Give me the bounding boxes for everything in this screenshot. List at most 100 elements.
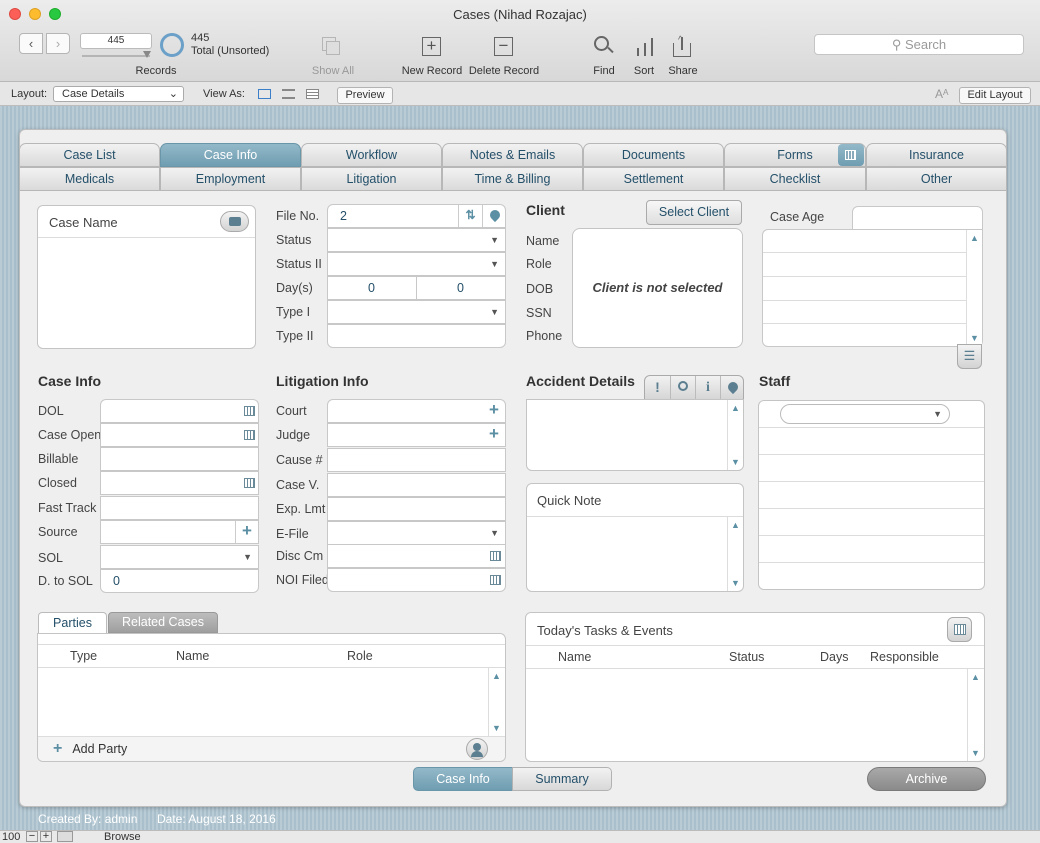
- noi-filed-field[interactable]: [327, 568, 506, 592]
- edit-layout-button[interactable]: Edit Layout: [959, 87, 1031, 104]
- current-record-field[interactable]: 445: [80, 33, 152, 49]
- scroll-up-icon[interactable]: ▲: [731, 403, 740, 413]
- form-view-icon[interactable]: [258, 89, 271, 99]
- calendar-icon[interactable]: [490, 551, 501, 561]
- calendar-icon[interactable]: [490, 575, 501, 585]
- d-to-sol-field[interactable]: 0: [100, 569, 259, 593]
- court-field[interactable]: +: [327, 399, 506, 423]
- swap-icon[interactable]: ⇅: [458, 205, 482, 227]
- record-slider-track[interactable]: [82, 55, 150, 57]
- cause-field[interactable]: [327, 448, 506, 472]
- next-record-button[interactable]: ›: [46, 33, 70, 54]
- case-open-field[interactable]: [100, 423, 259, 447]
- days-field-1[interactable]: 0: [327, 276, 417, 300]
- sol-select[interactable]: ▼: [100, 545, 259, 569]
- dol-field[interactable]: [100, 399, 259, 423]
- zoom-out-icon[interactable]: −: [26, 831, 38, 842]
- tab-checklist[interactable]: Checklist: [724, 167, 866, 191]
- scrollbar[interactable]: ▲ ▼: [488, 668, 504, 736]
- staff-list[interactable]: ▼: [758, 400, 985, 590]
- scrollbar[interactable]: ▲ ▼: [966, 230, 982, 346]
- tab-case-info[interactable]: Case Info: [160, 143, 301, 167]
- table-view-icon[interactable]: [306, 89, 319, 99]
- info-icon[interactable]: i: [695, 376, 720, 399]
- calendar-icon[interactable]: [244, 406, 255, 416]
- toggle-status-toolbar-icon[interactable]: [57, 831, 73, 842]
- scroll-up-icon[interactable]: ▲: [970, 233, 979, 243]
- bottom-tab-case-info[interactable]: Case Info: [413, 767, 513, 791]
- sort-button[interactable]: Sort: [628, 65, 660, 77]
- quick-note-box[interactable]: Quick Note ▲ ▼: [526, 483, 744, 592]
- tab-documents[interactable]: Documents: [583, 143, 724, 167]
- staff-select[interactable]: ▼: [780, 404, 950, 424]
- fast-track-field[interactable]: [100, 496, 259, 520]
- type-i-select[interactable]: ▼: [327, 300, 506, 324]
- add-source-button[interactable]: +: [235, 521, 258, 543]
- tab-insurance[interactable]: Insurance: [866, 143, 1007, 167]
- tab-medicals[interactable]: Medicals: [19, 167, 160, 191]
- tab-settlement[interactable]: Settlement: [583, 167, 724, 191]
- add-party-button[interactable]: + Add Party: [53, 740, 127, 758]
- bottom-tab-summary[interactable]: Summary: [512, 767, 612, 791]
- scroll-down-icon[interactable]: ▼: [971, 748, 980, 758]
- case-age-details-button[interactable]: ☰: [957, 344, 982, 369]
- disc-cm-field[interactable]: [327, 544, 506, 568]
- contacts-button[interactable]: [466, 738, 488, 760]
- tab-parties[interactable]: Parties: [38, 612, 107, 634]
- preview-button[interactable]: Preview: [337, 87, 393, 104]
- print-button[interactable]: [220, 211, 249, 232]
- scroll-down-icon[interactable]: ▼: [970, 333, 979, 343]
- tab-time-billing[interactable]: Time & Billing: [442, 167, 583, 191]
- days-field-2[interactable]: 0: [416, 276, 506, 300]
- case-age-field[interactable]: [852, 206, 983, 230]
- tab-other[interactable]: Other: [866, 167, 1007, 191]
- mode-indicator[interactable]: Browse: [104, 831, 141, 843]
- accident-details-box[interactable]: ▲ ▼: [526, 399, 744, 471]
- source-field[interactable]: +: [100, 520, 259, 544]
- location-pin-button[interactable]: [482, 205, 506, 227]
- calendar-icon[interactable]: [244, 430, 255, 440]
- previous-record-button[interactable]: ‹: [19, 33, 43, 54]
- judge-field[interactable]: +: [327, 423, 506, 447]
- scroll-down-icon[interactable]: ▼: [492, 723, 501, 733]
- list-view-icon[interactable]: [282, 89, 295, 99]
- status-ii-select[interactable]: ▼: [327, 252, 506, 276]
- scroll-up-icon[interactable]: ▲: [971, 672, 980, 682]
- select-client-button[interactable]: Select Client: [646, 200, 742, 225]
- tab-litigation[interactable]: Litigation: [301, 167, 442, 191]
- text-formatting-icon[interactable]: Aᴬ: [935, 87, 948, 101]
- scrollbar[interactable]: ▲ ▼: [727, 400, 743, 470]
- case-age-list[interactable]: ▲ ▼: [762, 229, 983, 347]
- alert-icon[interactable]: !: [645, 376, 670, 399]
- delete-record-button[interactable]: Delete Record: [466, 65, 542, 77]
- record-slider-thumb[interactable]: [143, 51, 151, 58]
- status-select[interactable]: ▼: [327, 228, 506, 252]
- calendar-icon[interactable]: [244, 478, 255, 488]
- exp-lmt-field[interactable]: [327, 497, 506, 521]
- scroll-up-icon[interactable]: ▲: [492, 671, 501, 681]
- archive-button[interactable]: Archive: [867, 767, 986, 791]
- closed-field[interactable]: [100, 471, 259, 495]
- scrollbar[interactable]: ▲ ▼: [967, 669, 983, 761]
- zoom-in-icon[interactable]: +: [40, 831, 52, 842]
- add-judge-button[interactable]: +: [483, 424, 505, 446]
- add-court-button[interactable]: +: [483, 400, 505, 422]
- scroll-down-icon[interactable]: ▼: [731, 578, 740, 588]
- zoom-level[interactable]: 100: [2, 831, 20, 843]
- tab-employment[interactable]: Employment: [160, 167, 301, 191]
- client-info-box[interactable]: Client is not selected: [572, 228, 743, 348]
- show-all-button[interactable]: Show All: [305, 65, 361, 77]
- new-record-button[interactable]: New Record: [398, 65, 466, 77]
- tab-related-cases[interactable]: Related Cases: [108, 612, 218, 633]
- layout-select[interactable]: Case Details ⌄: [53, 86, 184, 102]
- search-details-button[interactable]: [670, 376, 695, 399]
- e-file-select[interactable]: ▼: [327, 521, 506, 545]
- scroll-up-icon[interactable]: ▲: [731, 520, 740, 530]
- case-v-field[interactable]: [327, 473, 506, 497]
- tab-workflow[interactable]: Workflow: [301, 143, 442, 167]
- tab-case-list[interactable]: Case List: [19, 143, 160, 167]
- file-no-field[interactable]: 2 ⇅: [327, 204, 506, 228]
- forms-list-button[interactable]: [838, 144, 864, 166]
- map-pin-button[interactable]: [720, 376, 744, 399]
- tab-notes-emails[interactable]: Notes & Emails: [442, 143, 583, 167]
